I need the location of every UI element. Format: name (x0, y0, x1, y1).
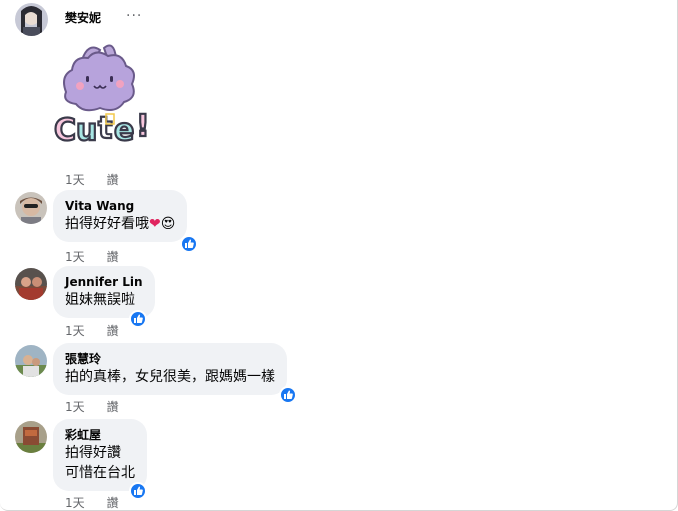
comment-text-line: 可惜在台北 (65, 465, 135, 481)
comment-text: 姐妹無誤啦 (65, 292, 135, 308)
comment-text: 拍的真棒，女兒很美，跟媽媽一樣 (65, 369, 275, 385)
like-reaction-icon[interactable] (129, 482, 147, 500)
more-options-icon[interactable]: ··· (126, 9, 142, 23)
like-link[interactable]: 讚 (107, 171, 119, 188)
comment-text: 拍得好好看哦❤😍 (65, 216, 176, 232)
svg-text:C: C (54, 113, 76, 148)
like-reaction-icon[interactable] (180, 235, 198, 253)
heart-eyes-emoji-icon: 😍 (160, 216, 176, 232)
cute-sticker: C u t e ! (52, 40, 164, 150)
like-reaction-icon[interactable] (129, 310, 147, 328)
comment-author[interactable]: 張慧玲 (65, 351, 275, 367)
comment-bubble: 彩虹屋 拍得好讚 可惜在台北 (53, 419, 147, 491)
comment-meta: 1天 讚 (65, 494, 119, 511)
svg-text:t: t (98, 111, 112, 146)
like-link[interactable]: 讚 (107, 248, 119, 265)
comments-panel: 樊安妮 ··· C u t e ! 1天 讚 Vita Wang 拍得好好看哦❤… (0, 0, 678, 511)
post-meta: 1天 讚 (65, 171, 119, 188)
comment-author[interactable]: Vita Wang (65, 198, 175, 214)
comment-author[interactable]: 彩虹屋 (65, 427, 135, 443)
like-link[interactable]: 讚 (107, 494, 119, 511)
heart-emoji-icon: ❤ (149, 216, 161, 232)
avatar[interactable] (15, 268, 47, 300)
comment-meta: 1天 讚 (65, 398, 119, 415)
like-reaction-icon[interactable] (279, 386, 297, 404)
post-time[interactable]: 1天 (65, 171, 85, 188)
svg-text:u: u (76, 113, 97, 148)
like-link[interactable]: 讚 (107, 398, 119, 415)
comment-time[interactable]: 1天 (65, 322, 85, 339)
comment-text-line: 拍得好讚 (65, 445, 121, 461)
like-link[interactable]: 讚 (107, 322, 119, 339)
avatar[interactable] (15, 3, 48, 36)
comment-bubble: Vita Wang 拍得好好看哦❤😍 (53, 190, 188, 242)
comment-time[interactable]: 1天 (65, 494, 85, 511)
comment-author[interactable]: Jennifer Lin (65, 274, 143, 290)
comment-meta: 1天 讚 (65, 248, 119, 265)
comment-time[interactable]: 1天 (65, 398, 85, 415)
comment-bubble: 張慧玲 拍的真棒，女兒很美，跟媽媽一樣 (53, 343, 287, 395)
comment-time[interactable]: 1天 (65, 248, 85, 265)
post-author[interactable]: 樊安妮 (65, 9, 101, 26)
svg-text:!: ! (136, 109, 150, 144)
avatar[interactable] (15, 345, 47, 377)
svg-text:e: e (114, 113, 134, 148)
comment-meta: 1天 讚 (65, 322, 119, 339)
avatar[interactable] (15, 192, 47, 224)
avatar[interactable] (15, 421, 47, 453)
